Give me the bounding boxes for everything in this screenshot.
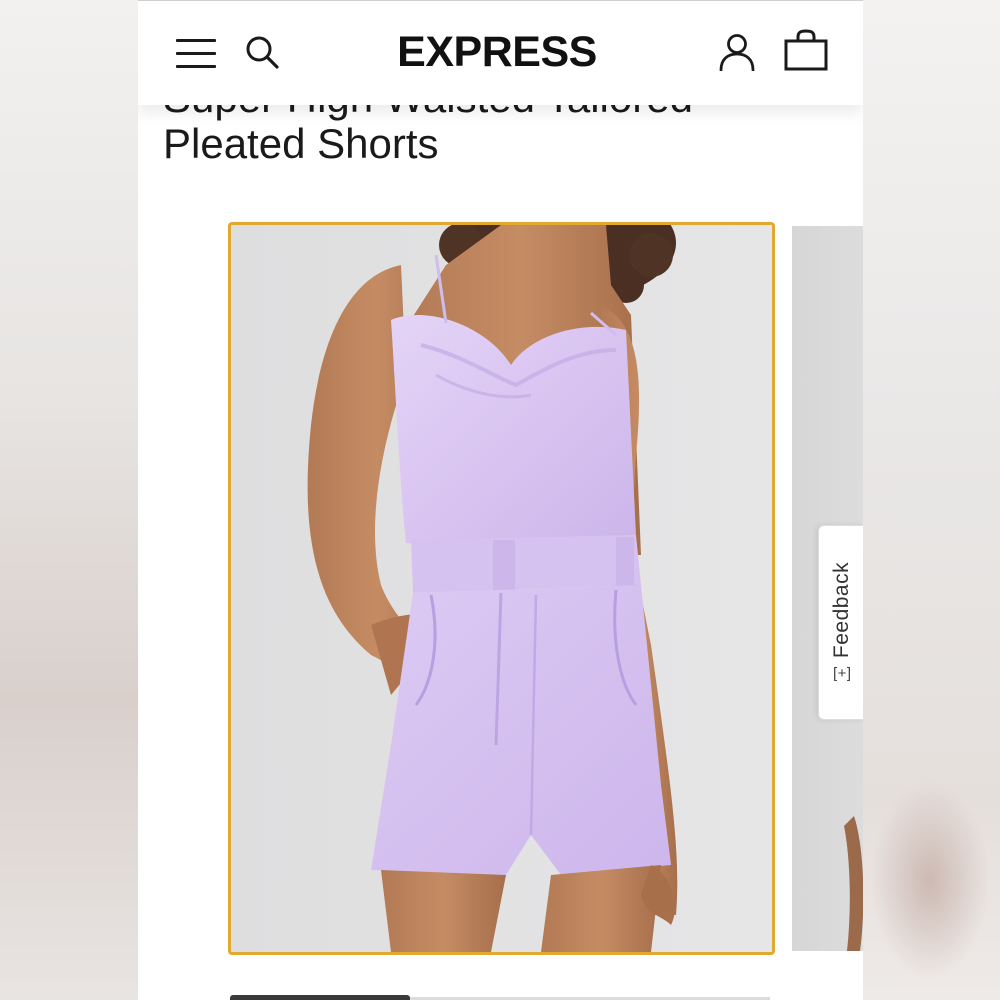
carousel-progress-indicator [230,995,410,1000]
hamburger-menu-icon[interactable] [176,37,216,69]
feedback-plus-icon: [+] [833,665,852,683]
feedback-label: Feedback [830,561,853,659]
product-photo-illustration [231,225,772,952]
feedback-label-wrap: [+] Feedback [830,562,854,684]
express-logo[interactable]: EXPRESS [384,27,610,77]
product-main-image[interactable] [228,222,775,955]
background-blur-blob [870,780,990,980]
user-account-icon[interactable] [718,33,756,72]
site-header: EXPRESS [138,1,863,105]
feedback-tab[interactable]: [+] Feedback [818,525,863,720]
mobile-screen: EXPRESS Super High Waisted Tailored Plea… [138,0,863,1000]
search-icon[interactable] [244,34,280,70]
shopping-bag-icon[interactable] [784,29,828,71]
product-title-line-2: Pleated Shorts [163,120,439,167]
background-blur-left [0,0,138,1000]
